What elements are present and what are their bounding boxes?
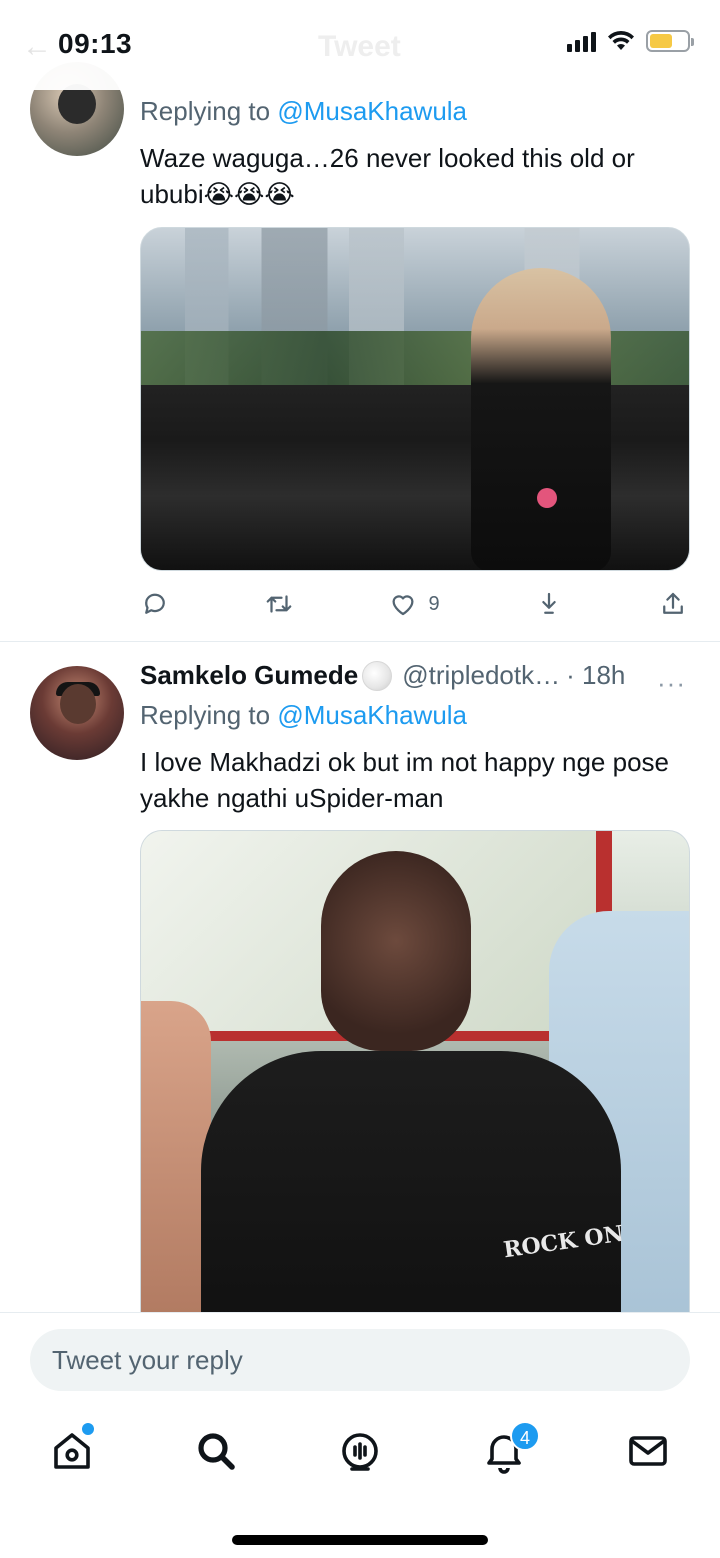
retweet-icon — [266, 595, 292, 613]
tweet-text: Waze waguga…26 never looked this old or … — [140, 143, 635, 209]
like-count: 9 — [428, 592, 440, 615]
tab-search[interactable] — [192, 1427, 240, 1475]
tweet-actions: 9 — [140, 584, 688, 624]
back-arrow-icon[interactable]: ← — [22, 30, 52, 64]
download-button[interactable] — [534, 589, 564, 619]
status-time: 09:13 — [58, 28, 133, 59]
replying-to: Replying to @MusaKhawula — [140, 96, 467, 127]
tweet-time: · 18h — [566, 660, 626, 690]
tweet-photo[interactable] — [140, 227, 690, 571]
home-indicator — [232, 1535, 488, 1545]
avatar[interactable] — [30, 666, 124, 760]
mention-link[interactable]: @MusaKhawula — [277, 700, 467, 730]
user-handle[interactable]: @tripledotk… — [402, 660, 560, 691]
reply-icon — [145, 593, 165, 614]
share-button[interactable] — [658, 589, 688, 619]
retweet-button[interactable] — [264, 589, 294, 619]
more-options-icon[interactable]: ··· — [657, 668, 686, 699]
replying-to-label: Replying to — [140, 96, 271, 126]
tweet-divider — [0, 641, 720, 642]
status-bar: ← Tweet 09:13 — [0, 0, 720, 90]
share-icon — [663, 592, 683, 614]
tab-spaces[interactable] — [336, 1427, 384, 1475]
profile-badge-icon — [362, 660, 393, 691]
messages-icon — [629, 1436, 667, 1466]
replying-to-label: Replying to — [140, 700, 271, 730]
tab-bar: 4 — [0, 1413, 720, 1493]
status-icons — [567, 30, 694, 52]
signal-icon — [567, 30, 596, 52]
reply-button[interactable] — [140, 589, 170, 619]
bottom-bar: 4 — [0, 1312, 720, 1558]
reply-input[interactable] — [30, 1329, 690, 1391]
wifi-icon — [608, 30, 634, 50]
heart-icon — [392, 595, 414, 616]
tweet-photo[interactable]: ROCK ON — [140, 830, 690, 1320]
display-name[interactable]: Samkelo Gumede — [140, 660, 358, 691]
tab-messages[interactable] — [624, 1427, 672, 1475]
like-button[interactable]: 9 — [388, 589, 440, 619]
mention-link[interactable]: @MusaKhawula — [277, 96, 467, 126]
home-unread-dot — [82, 1423, 94, 1435]
battery-icon — [646, 30, 694, 52]
tweet-header: Samkelo Gumede @tripledotk… · 18h — [140, 660, 700, 691]
header-title: Tweet — [318, 30, 401, 63]
tweet-text: I love Makhadzi ok but im not happy nge … — [140, 747, 669, 813]
download-icon — [542, 592, 556, 614]
notifications-badge: 4 — [510, 1421, 540, 1451]
search-icon — [198, 1433, 235, 1470]
spaces-icon — [342, 1433, 378, 1471]
replying-to: Replying to @MusaKhawula — [140, 700, 467, 731]
